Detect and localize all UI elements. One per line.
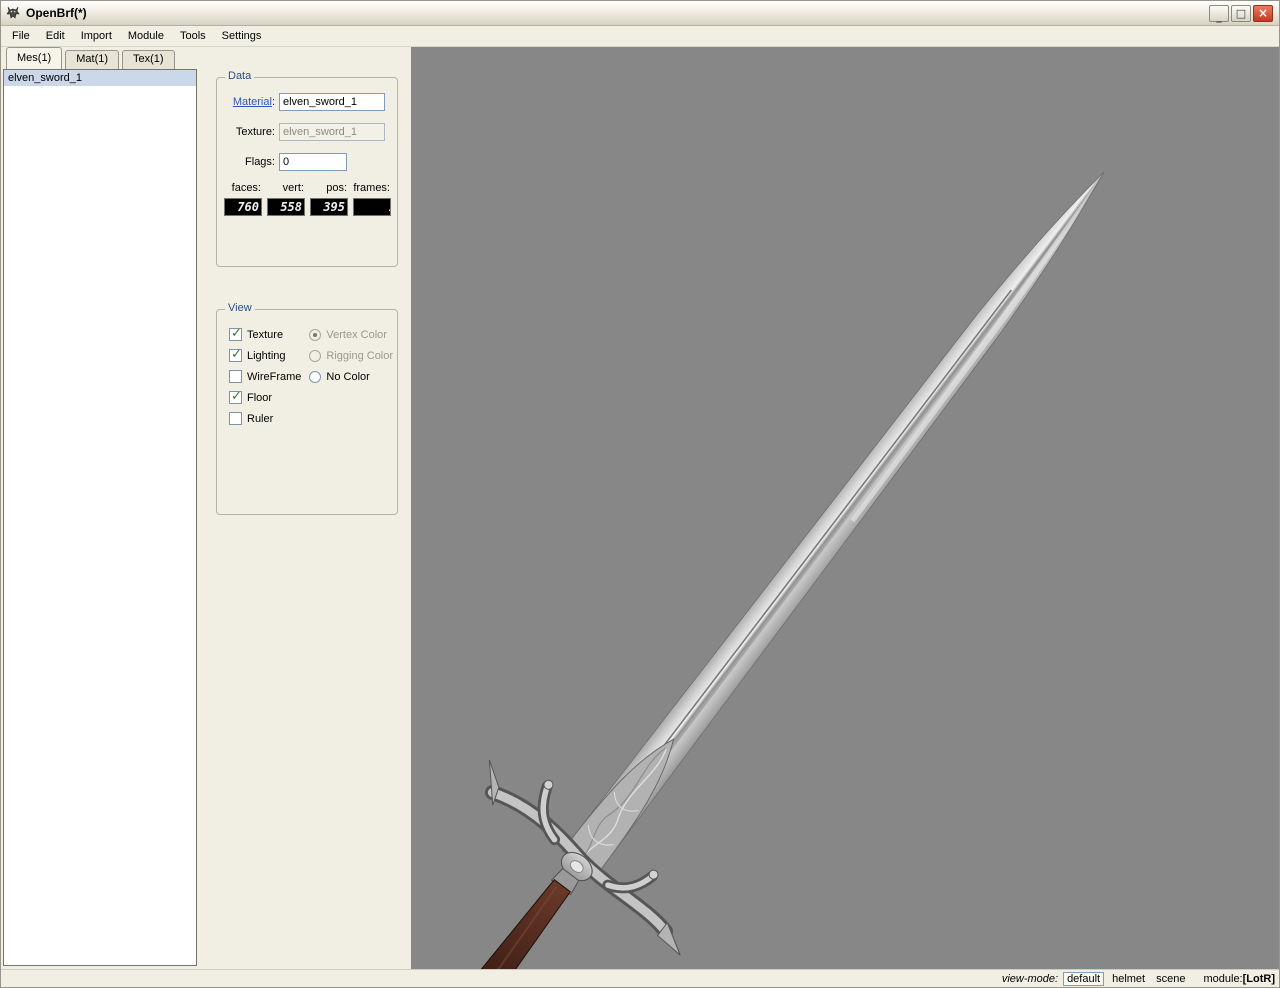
data-panel-title: Data [225, 70, 255, 82]
menu-file[interactable]: File [4, 27, 38, 45]
close-button[interactable]: × [1253, 4, 1273, 22]
view-mode-label: view-mode: [1001, 972, 1059, 985]
main-area: Mes(1) Mat(1) Tex(1) elven_sword_1 Data … [1, 47, 1279, 969]
material-colon: : [271, 96, 275, 108]
vert-lcd: 558 [267, 198, 305, 216]
elven-sword-model [443, 171, 1105, 969]
wireframe-checkbox[interactable]: WireFrame [229, 370, 301, 383]
texture-checkbox[interactable]: Texture [229, 327, 301, 341]
module-indicator: module: [LotR] [1203, 973, 1275, 985]
texture-checkbox-box [229, 327, 242, 341]
flags-label: Flags: [245, 156, 275, 168]
texture-input [279, 123, 385, 141]
texture-checkbox-label: Texture [247, 328, 284, 341]
minimize-button[interactable]: _ [1209, 4, 1229, 23]
mesh-list[interactable]: elven_sword_1 [3, 69, 197, 966]
lighting-checkbox-label: Lighting [247, 349, 286, 362]
flags-row: Flags: [217, 152, 389, 172]
data-panel: Data Material: Texture: Flags: faces: ve… [216, 70, 398, 267]
radio-column: Vertex Color Rigging Color No Color [309, 328, 393, 433]
menu-edit[interactable]: Edit [38, 27, 73, 45]
wireframe-checkbox-box [229, 370, 242, 383]
menu-tools[interactable]: Tools [172, 27, 214, 45]
menu-settings[interactable]: Settings [214, 27, 270, 45]
ruler-checkbox[interactable]: Ruler [229, 412, 301, 425]
rigging-color-radio-label: Rigging Color [326, 349, 394, 362]
window-title: OpenBrf(*) [26, 6, 87, 20]
floor-checkbox-box [229, 390, 242, 404]
floor-checkbox[interactable]: Floor [229, 390, 301, 404]
pos-value: 395 [323, 200, 345, 214]
view-mode-default[interactable]: default [1063, 971, 1105, 986]
material-label: Material: [217, 96, 279, 108]
texture-label: Texture: [235, 126, 275, 138]
menu-import[interactable]: Import [73, 27, 120, 45]
material-input[interactable] [279, 93, 385, 111]
no-color-radio-label: No Color [326, 370, 370, 383]
menubar: File Edit Import Module Tools Settings [1, 26, 1279, 47]
window-controls: _ □ × [1209, 4, 1273, 23]
vert-value: 558 [280, 200, 302, 214]
statusbar: view-mode: default helmet scene module:[… [1, 969, 1279, 987]
pos-lcd: 395 [310, 198, 348, 216]
data-form: Material: Texture: Flags: faces: vert: p… [217, 78, 397, 216]
tabbar: Mes(1) Mat(1) Tex(1) [6, 47, 178, 69]
maximize-button[interactable]: □ [1231, 4, 1251, 22]
texture-row: Texture: [217, 122, 389, 142]
checkbox-column: Texture Lighting WireFrame Floor [229, 327, 301, 433]
flags-input[interactable] [279, 153, 347, 171]
minimize-icon: _ [1216, 9, 1222, 23]
tab-tex[interactable]: Tex(1) [122, 50, 175, 69]
rigging-color-radio: Rigging Color [309, 349, 393, 362]
material-link[interactable]: Material [233, 96, 272, 108]
vert-label: vert: [282, 182, 304, 194]
view-options: Texture Lighting WireFrame Floor [229, 327, 397, 433]
counters: faces: vert: pos: frames: 760 558 395 1 [224, 182, 397, 216]
floor-checkbox-label: Floor [247, 391, 273, 404]
faces-lcd: 760 [224, 198, 262, 216]
view-mode-scene[interactable]: scene [1153, 973, 1188, 985]
ruler-checkbox-box [229, 412, 242, 425]
frames-value: 1 [389, 200, 390, 214]
titlebar[interactable]: OpenBrf(*) _ □ × [1, 1, 1279, 26]
no-color-radio[interactable]: No Color [309, 370, 393, 383]
viewport-3d[interactable] [411, 47, 1279, 969]
ruler-checkbox-label: Ruler [247, 412, 274, 425]
close-icon: × [1257, 6, 1269, 20]
module-value: [LotR] [1242, 972, 1275, 985]
sword-grip [443, 867, 580, 969]
lighting-checkbox[interactable]: Lighting [229, 348, 301, 362]
frames-lcd: 1 [353, 198, 391, 216]
tab-mat[interactable]: Mat(1) [65, 50, 120, 69]
lighting-checkbox-box [229, 348, 242, 362]
wireframe-checkbox-label: WireFrame [247, 370, 302, 383]
app-icon [5, 5, 21, 21]
faces-value: 760 [237, 200, 259, 214]
tab-mes[interactable]: Mes(1) [6, 47, 63, 69]
vertex-color-radio: Vertex Color [309, 328, 393, 341]
no-color-radio-circle [309, 370, 322, 383]
rigging-color-radio-circle [309, 349, 322, 362]
module-label: module: [1203, 972, 1243, 985]
material-row: Material: [217, 92, 389, 112]
openbrf-window: OpenBrf(*) _ □ × File Edit Import Module… [0, 0, 1280, 988]
vertex-color-radio-label: Vertex Color [326, 328, 387, 341]
view-panel: View Texture Lighting WireFrame [216, 302, 398, 515]
view-mode-helmet[interactable]: helmet [1109, 973, 1148, 985]
menu-module[interactable]: Module [120, 27, 172, 45]
maximize-icon: □ [1235, 6, 1247, 20]
vertex-color-radio-circle [309, 328, 322, 341]
view-panel-title: View [225, 302, 255, 314]
pos-label: pos: [326, 182, 347, 194]
list-item-elven-sword[interactable]: elven_sword_1 [4, 70, 196, 86]
frames-label: frames: [353, 182, 390, 194]
faces-label: faces: [231, 182, 261, 194]
